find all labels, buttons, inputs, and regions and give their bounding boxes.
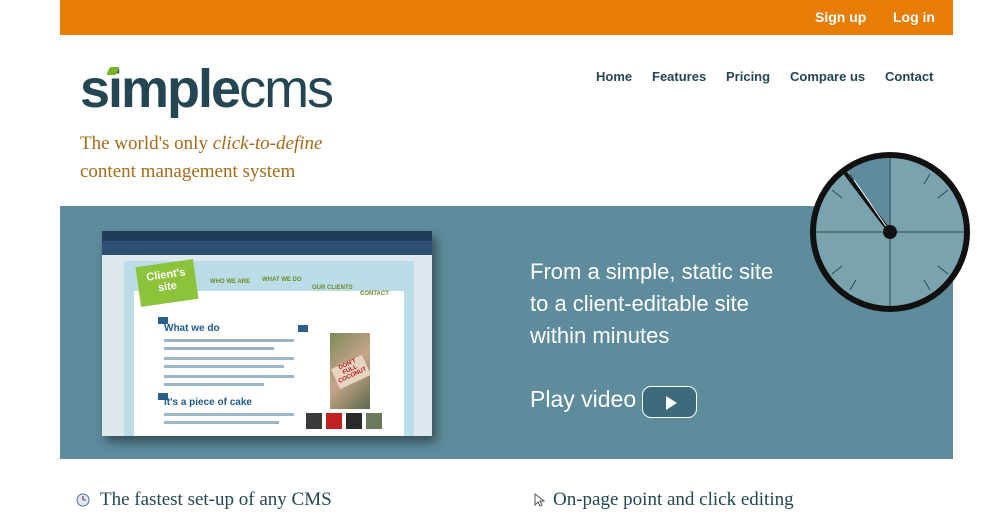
- nav-home[interactable]: Home: [596, 69, 632, 84]
- screenshot-text-line: [164, 421, 279, 424]
- clock-center: [883, 225, 897, 239]
- screenshot-brand-badge: Client's site: [135, 259, 199, 307]
- pointer-icon: [534, 493, 545, 507]
- screenshot-menu-item: WHO WE ARE: [210, 279, 251, 285]
- nav-compare[interactable]: Compare us: [790, 69, 865, 84]
- hero-line-1: From a simple, static site: [530, 259, 774, 284]
- login-link[interactable]: Log in: [893, 9, 935, 25]
- clock-icon: [810, 152, 970, 312]
- screenshot-menu-item: OUR CLIENTS: [312, 285, 353, 291]
- feature-point-click: On-page point and click editing: [553, 489, 794, 510]
- nav-contact[interactable]: Contact: [885, 69, 933, 84]
- screenshot-thumbnail: [326, 413, 342, 429]
- logo-text-simple: simple: [80, 59, 241, 119]
- play-video-button[interactable]: [642, 386, 697, 418]
- tagline: The world's only click-to-define content…: [80, 130, 322, 186]
- logo-text-cms: cms: [239, 59, 334, 119]
- screenshot-edit-tag: [298, 325, 308, 332]
- play-icon: [666, 396, 677, 410]
- screenshot-heading: What we do: [164, 323, 220, 334]
- clock-small-icon: [76, 493, 90, 507]
- nav-features[interactable]: Features: [652, 69, 706, 84]
- tagline-line2: content management system: [80, 161, 296, 182]
- top-bar: Sign up Log in: [60, 0, 953, 35]
- tagline-emphasis: click-to-define: [212, 133, 323, 154]
- screenshot-thumbnail: [346, 413, 362, 429]
- screenshot-heading: It's a piece of cake: [164, 397, 252, 408]
- hero-line-3: within minutes: [530, 323, 670, 348]
- nav-pricing[interactable]: Pricing: [726, 69, 770, 84]
- screenshot-text-line: [164, 383, 264, 386]
- screenshot-text-line: [164, 339, 294, 342]
- screenshot-browser-bar: [102, 231, 432, 241]
- screenshot-thumbnail: [366, 413, 382, 429]
- hero-headline: From a simple, static site to a client-e…: [530, 256, 773, 352]
- screenshot-text-line: [164, 357, 294, 360]
- product-screenshot: Client's site WHO WE ARE WHAT WE DO OUR …: [102, 231, 432, 436]
- play-video-label[interactable]: Play video: [530, 386, 636, 413]
- screenshot-text-line: [164, 413, 294, 416]
- screenshot-menu-item: CONTACT: [360, 291, 389, 297]
- screenshot-toolbar: [102, 241, 432, 255]
- signup-link[interactable]: Sign up: [815, 9, 866, 25]
- screenshot-thumbnail: [306, 413, 322, 429]
- hero-line-2: to a client-editable site: [530, 291, 749, 316]
- feature-fastest-setup: The fastest set-up of any CMS: [100, 489, 332, 510]
- screenshot-text-line: [164, 347, 274, 350]
- screenshot-menu-item: WHAT WE DO: [262, 277, 302, 283]
- tagline-prefix: The world's only: [80, 133, 213, 154]
- screenshot-text-line: [164, 375, 294, 378]
- screenshot-text-line: [164, 365, 284, 368]
